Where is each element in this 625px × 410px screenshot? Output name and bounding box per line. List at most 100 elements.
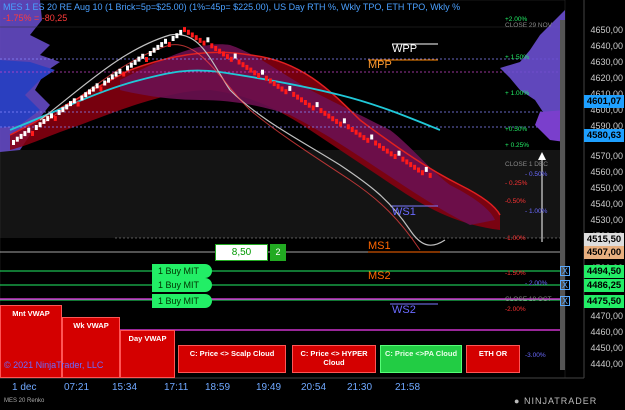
ws1-label: WS1 [392, 206, 416, 218]
up-brick [88, 89, 91, 95]
pct-p025: + 0.25% [505, 142, 530, 149]
up-brick [175, 33, 179, 39]
down-brick [122, 71, 126, 77]
session-change: -1.75% = -80,25 [3, 13, 68, 23]
up-brick [80, 95, 84, 101]
down-brick [303, 100, 307, 105]
up-brick [233, 53, 237, 59]
price-axis-label: 4570,00 [590, 151, 623, 161]
pct-close-nov: CLOSE 29 NOV [505, 22, 552, 29]
down-brick [237, 59, 241, 65]
down-brick [276, 83, 280, 89]
down-brick [76, 101, 80, 107]
up-brick [160, 42, 164, 48]
time-axis-label: 19:49 [256, 382, 282, 393]
time-axis-label: 21:30 [347, 382, 373, 393]
down-brick [190, 32, 194, 38]
price-tag: 4507,00 [584, 246, 624, 259]
down-brick [339, 121, 342, 127]
price-axis-label: 4550,00 [590, 183, 623, 193]
down-brick [292, 91, 296, 97]
down-brick [413, 164, 417, 170]
down-brick [31, 131, 34, 136]
down-brick [327, 113, 331, 119]
up-brick [103, 80, 107, 86]
quantity-input[interactable]: 8,50 [215, 244, 268, 261]
price-axis-label: 4470,00 [590, 311, 623, 321]
time-axis-label: 21:58 [395, 382, 421, 393]
pct-m150: -1.50% [505, 270, 526, 277]
down-brick [358, 132, 362, 138]
up-brick [206, 37, 210, 43]
price-tag: 4601,07 [584, 95, 624, 108]
up-brick [61, 107, 65, 113]
time-axis-label: 18:59 [205, 382, 231, 393]
down-brick [366, 137, 370, 143]
price-tag: 4475,50 [584, 295, 624, 308]
up-brick [288, 85, 292, 91]
down-brick [311, 105, 315, 111]
pa-cloud-button[interactable]: C: Price <>PA Cloud [380, 345, 462, 373]
price-axis-label: 4460,00 [590, 327, 623, 337]
buy-mit-order-2[interactable]: 1 Buy MIT [152, 278, 212, 292]
cancel-order-2-icon[interactable]: X [560, 280, 570, 290]
up-brick [152, 47, 156, 53]
up-brick [118, 68, 122, 74]
up-brick [107, 77, 110, 83]
cancel-order-3-icon[interactable]: X [560, 296, 570, 306]
price-axis-label: 4450,00 [590, 343, 623, 353]
down-brick [210, 43, 214, 49]
up-brick [19, 133, 23, 139]
down-brick [385, 148, 389, 154]
chart-title: MES 1 ES 20 RE Aug 10 (1 Brick=5p=$25.00… [3, 2, 461, 12]
price-tag: 4486,25 [584, 279, 624, 292]
down-brick [167, 42, 171, 47]
down-brick [245, 64, 249, 70]
down-brick [381, 145, 385, 151]
down-brick [257, 73, 261, 78]
ninjatrader-logo: ● NINJATRADER [514, 396, 597, 406]
down-brick [249, 67, 253, 73]
up-brick [65, 104, 69, 110]
pct-close-oct: CLOSE 18 OCT [505, 296, 552, 303]
ms2-label: MS2 [368, 270, 391, 282]
up-brick [23, 131, 27, 137]
pct-m100a: - 1.00% [525, 208, 548, 215]
buy-mit-order-1[interactable]: 1 Buy MIT [152, 264, 212, 278]
up-brick [261, 69, 264, 75]
up-brick [137, 56, 141, 62]
down-brick [202, 40, 206, 46]
up-brick [34, 125, 38, 130]
up-brick [424, 166, 428, 172]
up-brick [50, 113, 53, 119]
pct-close-dec: CLOSE 1 DEC [505, 161, 548, 168]
down-brick [428, 172, 432, 178]
time-axis-label: 15:34 [112, 382, 138, 393]
up-brick [46, 116, 50, 122]
down-brick [362, 135, 366, 141]
up-brick [12, 140, 15, 145]
down-brick [319, 108, 323, 114]
hyper-cloud-button[interactable]: C: Price <> HYPER Cloud [292, 345, 376, 373]
account-button[interactable]: 2 [270, 244, 286, 261]
pct-p050: +0.50% [505, 126, 528, 133]
down-brick [272, 81, 276, 87]
eth-or-button[interactable]: ETH OR [466, 345, 520, 373]
down-brick [268, 78, 272, 84]
down-brick [401, 156, 405, 162]
down-brick [350, 127, 354, 132]
up-brick [129, 62, 133, 68]
cancel-order-1-icon[interactable]: X [560, 266, 570, 276]
scalp-cloud-button[interactable]: C: Price <> Scalp Cloud [178, 345, 286, 373]
down-brick [53, 116, 57, 121]
up-brick [57, 110, 61, 115]
ninjatrader-logo-text: NINJATRADER [523, 396, 598, 406]
time-axis-label: 17:11 [164, 382, 189, 393]
day-vwap-button[interactable]: Day VWAP [120, 330, 175, 378]
down-brick [264, 75, 268, 81]
price-axis-label: 4560,00 [590, 167, 623, 177]
buy-mit-order-3[interactable]: 1 Buy MIT [152, 294, 212, 308]
price-axis-label: 4440,00 [590, 359, 623, 369]
time-axis-label: 07:21 [64, 382, 90, 393]
down-brick [420, 170, 424, 176]
